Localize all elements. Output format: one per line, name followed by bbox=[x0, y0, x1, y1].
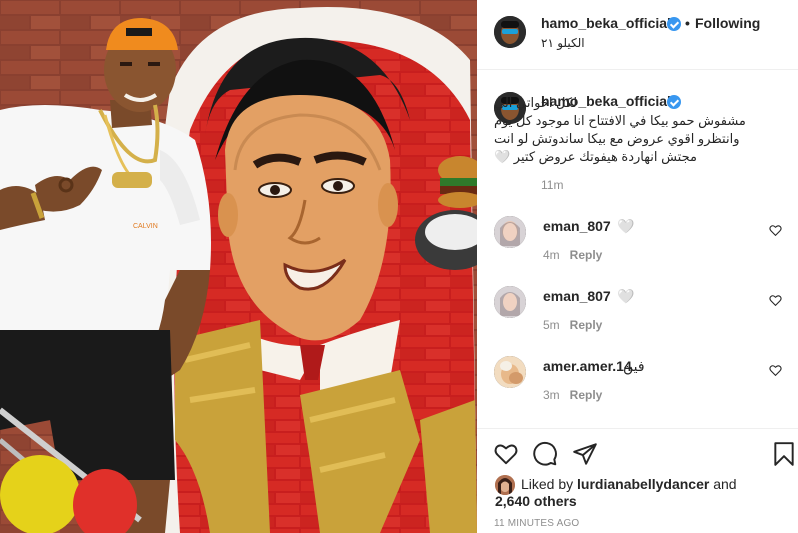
comment-avatar[interactable] bbox=[494, 356, 526, 388]
caption-line: مشفوش حمو بيكا في الافتتاح انا موجود كل … bbox=[494, 113, 746, 128]
comment-bubble-icon[interactable] bbox=[532, 441, 558, 467]
comment-username[interactable]: eman_807 bbox=[543, 218, 611, 234]
avatar[interactable] bbox=[494, 16, 526, 48]
comment-avatar[interactable] bbox=[494, 286, 526, 318]
heart-icon[interactable] bbox=[769, 364, 782, 377]
avatar-image bbox=[494, 286, 526, 318]
heart-icon[interactable] bbox=[493, 441, 519, 467]
heart-icon[interactable] bbox=[769, 224, 782, 237]
comment-time[interactable]: 5m bbox=[543, 318, 560, 332]
comment-username[interactable]: eman_807 bbox=[543, 288, 611, 304]
comment-meta: 4m Reply bbox=[543, 248, 602, 262]
comment-text: 🤍 bbox=[617, 218, 635, 234]
avatar-image bbox=[494, 356, 526, 388]
heart-icon[interactable] bbox=[769, 294, 782, 307]
post-timestamp[interactable]: 11 MINUTES AGO bbox=[494, 518, 579, 529]
post-caption: hamo_beka_official لكل اخواتي الي مشفوش … bbox=[477, 70, 798, 200]
verified-badge-icon bbox=[667, 17, 681, 31]
bookmark-icon[interactable] bbox=[771, 441, 797, 467]
post-header: hamo_beka_official • Following الكيلو ٢١ bbox=[477, 0, 798, 70]
post-location[interactable]: الكيلو ٢١ bbox=[541, 36, 585, 50]
svg-text:CALVIN: CALVIN bbox=[133, 223, 158, 230]
liked-by-label: Liked by bbox=[521, 476, 574, 492]
post-username[interactable]: hamo_beka_official bbox=[541, 15, 671, 31]
following-button[interactable]: Following bbox=[695, 15, 760, 31]
comment-time[interactable]: 3m bbox=[543, 388, 560, 402]
caption-line: وانتظرو اقوي عروض مع بيكا ساندوتش لو انت bbox=[494, 131, 740, 146]
comment-meta: 5m Reply bbox=[543, 318, 602, 332]
caption-time[interactable]: 11m bbox=[541, 178, 563, 192]
comment-item: eman_807 🤍 5m Reply bbox=[477, 280, 798, 350]
post-side-panel: hamo_beka_official • Following الكيلو ٢١… bbox=[477, 0, 798, 533]
comment-avatar[interactable] bbox=[494, 216, 526, 248]
comment-meta: 3m Reply bbox=[543, 388, 602, 402]
liker-username[interactable]: lurdianabellydancer bbox=[577, 476, 709, 492]
reply-button[interactable]: Reply bbox=[570, 248, 603, 262]
liked-joiner: and bbox=[713, 476, 737, 492]
likes-line-1: Liked by lurdianabellydancer and bbox=[521, 475, 737, 493]
caption-line: مجتش انهاردة هيفوتك عروض كتير 🤍 bbox=[494, 149, 697, 164]
comment-username[interactable]: amer.amer.14 bbox=[543, 358, 632, 374]
comment-text: 🤍 bbox=[617, 288, 635, 304]
likes-count[interactable]: 2,640 others bbox=[495, 492, 577, 510]
reply-button[interactable]: Reply bbox=[570, 318, 603, 332]
comment-time[interactable]: 4m bbox=[543, 248, 560, 262]
post-actions: Liked by lurdianabellydancer and 2,640 o… bbox=[477, 428, 798, 533]
caption-line: لكل اخواتي الي bbox=[494, 95, 578, 110]
caption-text: لكل اخواتي الي مشفوش حمو بيكا في الافتتا… bbox=[494, 94, 782, 166]
paper-plane-icon[interactable] bbox=[572, 441, 598, 467]
comment-text: فين bbox=[623, 358, 645, 374]
post-photo[interactable]: CALVIN bbox=[0, 0, 477, 533]
comment-item: eman_807 🤍 4m Reply bbox=[477, 210, 798, 280]
comment-item: amer.amer.14 فين 3m Reply bbox=[477, 350, 798, 420]
avatar-image bbox=[494, 216, 526, 248]
avatar-image bbox=[494, 16, 526, 48]
post-image-artwork: CALVIN bbox=[0, 0, 477, 533]
reply-button[interactable]: Reply bbox=[570, 388, 603, 402]
separator-dot: • bbox=[685, 15, 690, 31]
